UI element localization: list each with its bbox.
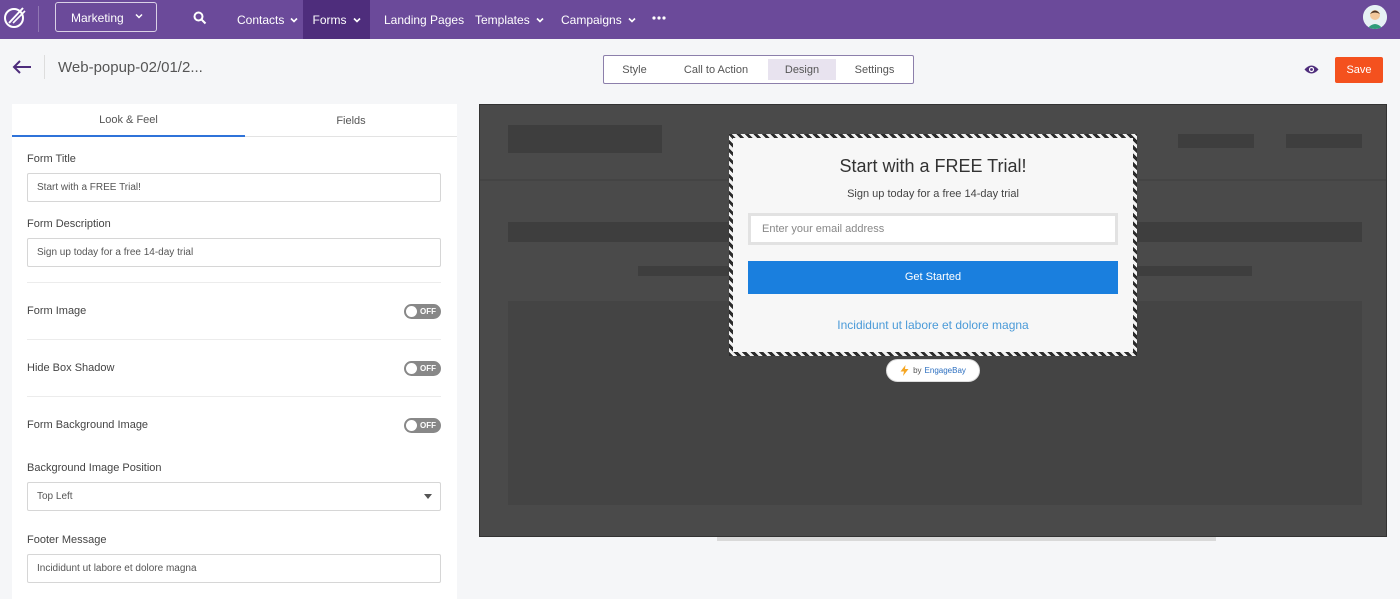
tab-style[interactable]: Style xyxy=(608,59,661,80)
preview-eye-icon[interactable] xyxy=(1304,64,1319,75)
background-image-position-label: Background Image Position xyxy=(27,462,162,474)
app-switcher-label: Marketing xyxy=(71,11,124,25)
tab-look-and-feel[interactable]: Look & Feel xyxy=(12,104,245,137)
save-button[interactable]: Save xyxy=(1335,57,1383,83)
nav-campaigns[interactable]: Campaigns xyxy=(561,0,636,39)
popup-body: Start with a FREE Trial! Sign up today f… xyxy=(733,138,1133,352)
footer-message-input[interactable]: Incididunt ut labore et dolore magna xyxy=(27,554,441,583)
form-description-label: Form Description xyxy=(27,218,111,230)
form-title-label: Form Title xyxy=(27,153,76,165)
tab-fields[interactable]: Fields xyxy=(245,104,457,137)
settings-panel: Look & Feel Fields Form Title Start with… xyxy=(12,104,457,599)
app-switcher-select[interactable]: Marketing xyxy=(55,2,157,32)
form-name-title[interactable]: Web-popup-02/01/2... xyxy=(58,59,203,76)
top-nav: Marketing Contacts Forms Landing Pages T… xyxy=(0,0,1400,39)
chevron-down-icon xyxy=(628,17,636,23)
toggle-knob xyxy=(406,420,417,431)
chevron-down-icon xyxy=(352,17,361,23)
popup-form-preview: Start with a FREE Trial! Sign up today f… xyxy=(729,134,1137,356)
divider xyxy=(27,396,441,397)
engagebay-logo-icon[interactable] xyxy=(3,5,27,29)
skeleton-block xyxy=(508,125,662,153)
popup-footer-link[interactable]: Incididunt ut labore et dolore magna xyxy=(733,318,1133,332)
header-divider xyxy=(44,55,45,79)
footer-message-label: Footer Message xyxy=(27,534,107,546)
nav-forms[interactable]: Forms xyxy=(303,0,370,39)
select-value: Top Left xyxy=(37,491,73,502)
divider xyxy=(27,339,441,340)
badge-by-text: by xyxy=(913,366,922,375)
editor-tabs: Style Call to Action Design Settings xyxy=(603,55,914,84)
popup-title: Start with a FREE Trial! xyxy=(839,156,1027,176)
toggle-knob xyxy=(406,306,417,317)
nav-landing-pages[interactable]: Landing Pages xyxy=(384,0,464,39)
tab-call-to-action[interactable]: Call to Action xyxy=(671,59,761,80)
preview-shadow-bar xyxy=(717,537,1216,541)
powered-by-badge[interactable]: by EngageBay xyxy=(886,359,980,382)
nav-templates[interactable]: Templates xyxy=(475,0,544,39)
get-started-button[interactable]: Get Started xyxy=(748,261,1118,294)
toggle-knob xyxy=(406,363,417,374)
form-background-image-toggle[interactable]: OFF xyxy=(404,418,441,433)
tab-settings[interactable]: Settings xyxy=(843,59,906,80)
form-background-image-label: Form Background Image xyxy=(27,419,149,431)
skeleton-block xyxy=(1286,134,1362,148)
toggle-state-text: OFF xyxy=(420,307,436,316)
background-image-position-select[interactable]: Top Left xyxy=(27,482,441,511)
search-icon[interactable] xyxy=(193,11,207,25)
form-image-toggle[interactable]: OFF xyxy=(404,304,441,319)
popup-email-input[interactable]: Enter your email address xyxy=(748,213,1118,245)
form-image-label: Form Image xyxy=(27,305,87,317)
toggle-state-text: OFF xyxy=(420,421,436,430)
chevron-down-icon xyxy=(536,17,544,23)
avatar[interactable] xyxy=(1363,5,1387,29)
nav-divider xyxy=(38,6,39,32)
chevron-down-icon xyxy=(290,17,298,23)
more-icon[interactable] xyxy=(652,15,666,21)
lightning-bolt-icon xyxy=(900,365,909,376)
user-avatar-icon xyxy=(1363,5,1387,29)
toggle-state-text: OFF xyxy=(420,364,436,373)
skeleton-block xyxy=(1178,134,1254,148)
hide-box-shadow-toggle[interactable]: OFF xyxy=(404,361,441,376)
caret-down-icon xyxy=(424,494,432,499)
chevron-down-icon xyxy=(135,13,143,19)
popup-description: Sign up today for a free 14-day trial xyxy=(847,188,1019,200)
form-title-input[interactable]: Start with a FREE Trial! xyxy=(27,173,441,202)
divider xyxy=(27,282,441,283)
back-arrow-icon[interactable] xyxy=(12,59,32,75)
nav-contacts[interactable]: Contacts xyxy=(237,0,298,39)
tab-design[interactable]: Design xyxy=(768,59,836,80)
hide-box-shadow-label: Hide Box Shadow xyxy=(27,362,115,374)
form-description-input[interactable]: Sign up today for a free 14-day trial xyxy=(27,238,441,267)
badge-brand-text: EngageBay xyxy=(924,366,966,375)
